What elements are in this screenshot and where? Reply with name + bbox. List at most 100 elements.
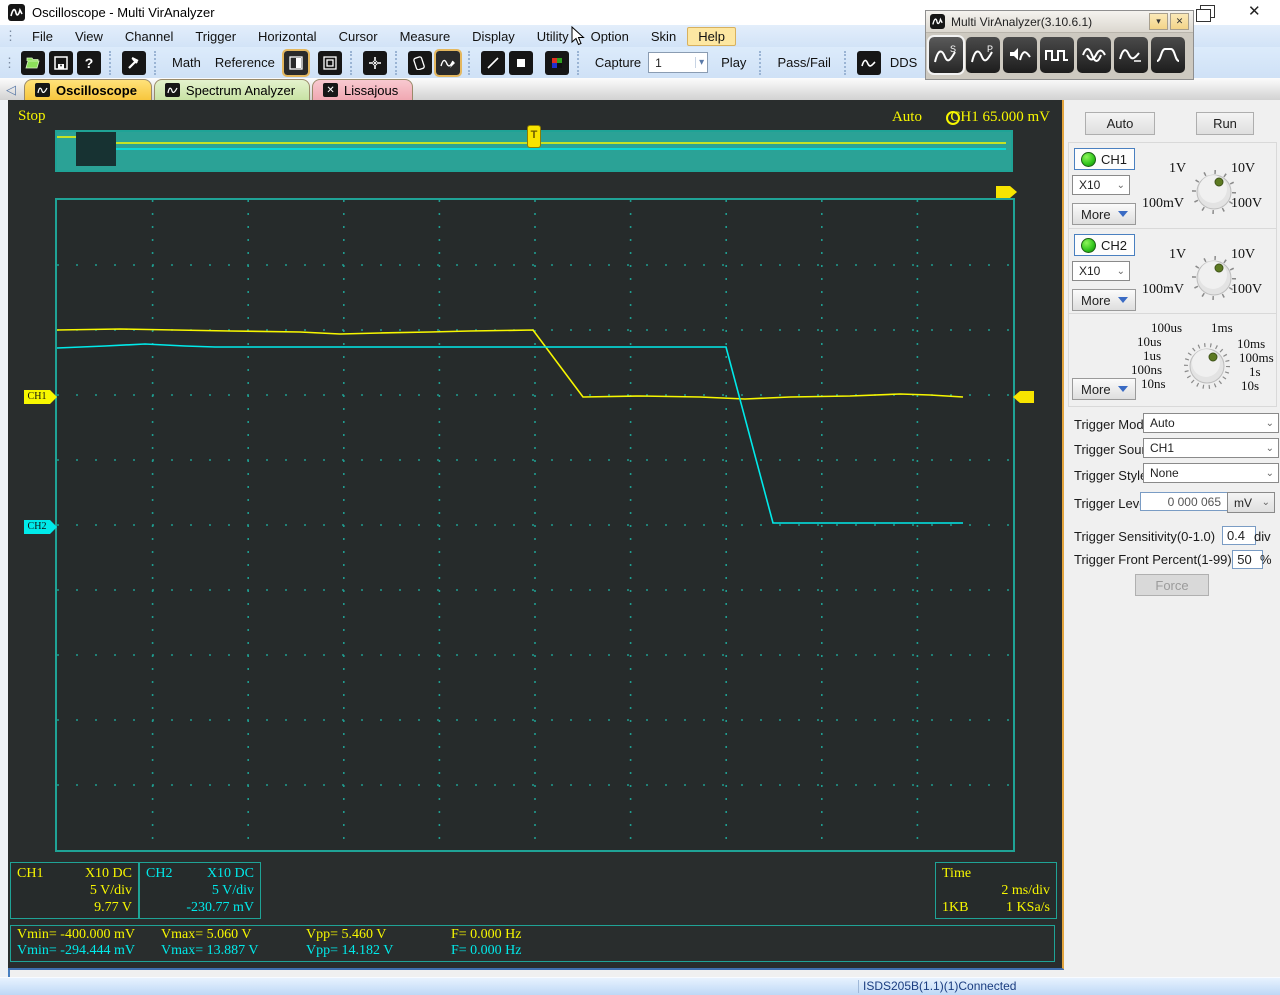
menu-measure[interactable]: Measure	[389, 27, 462, 46]
trigger-level-unit-select[interactable]: mV ⌄	[1227, 492, 1275, 513]
menu-trigger[interactable]: Trigger	[184, 27, 247, 46]
ch1-more-button[interactable]: More	[1072, 203, 1136, 225]
save-icon[interactable]	[49, 50, 73, 75]
record-icon[interactable]	[433, 48, 462, 77]
menu-help[interactable]: Help	[687, 26, 736, 46]
menu-display[interactable]: Display	[461, 27, 526, 46]
menu-cursor[interactable]: Cursor	[328, 27, 389, 46]
trigger-mode-value: Auto	[1150, 416, 1175, 430]
trigger-front-input[interactable]	[1232, 550, 1263, 569]
reference-button[interactable]: Reference	[208, 52, 282, 73]
menu-file[interactable]: File	[21, 27, 64, 46]
spectrum-wave-icon[interactable]	[1114, 37, 1148, 73]
timebase-knob[interactable]	[1184, 343, 1230, 389]
oscilloscope-s-icon[interactable]: S	[927, 35, 965, 75]
time-rate: 1 KSa/s	[1006, 900, 1050, 915]
menu-channel[interactable]: Channel	[114, 27, 184, 46]
ch1-volts-knob[interactable]	[1192, 170, 1236, 214]
tab-oscilloscope[interactable]: Oscilloscope	[24, 79, 152, 100]
ch2-more-button[interactable]: More	[1072, 289, 1136, 311]
time-depth: 1KB	[942, 900, 969, 915]
spectrum-tab-icon	[164, 83, 180, 97]
toolbar-separator	[349, 50, 357, 75]
ch2-knob-label-100mv: 100mV	[1142, 282, 1184, 297]
menu-skin[interactable]: Skin	[640, 27, 687, 46]
menu-horizontal[interactable]: Horizontal	[247, 27, 328, 46]
waveform-plot	[55, 198, 1015, 852]
split-view-icon[interactable]	[281, 48, 310, 77]
ch2-enable-button[interactable]: CH2	[1074, 234, 1135, 256]
trigger-mode-select[interactable]: Auto ⌄	[1143, 413, 1279, 433]
toolbar-separator	[109, 50, 116, 75]
ch2-probe-select[interactable]: X10 ⌄	[1072, 261, 1130, 281]
menu-view[interactable]: View	[64, 27, 114, 46]
tool-icon[interactable]	[122, 50, 146, 75]
ch1-name: CH1	[17, 866, 44, 881]
timebase-more-button[interactable]: More	[1072, 378, 1136, 400]
tab-label: Lissajous	[344, 82, 399, 98]
dds-icon[interactable]	[856, 50, 881, 75]
status-bar: ISDS205B(1.1)(1)Connected	[0, 977, 1280, 995]
audio-analyzer-icon[interactable]	[1003, 37, 1037, 73]
play-button[interactable]: Play	[714, 52, 753, 73]
trigger-front-unit: %	[1260, 552, 1272, 567]
trigger-source-value: CH1	[1150, 441, 1175, 455]
app-icon	[8, 4, 25, 21]
tab-scroll-left-icon[interactable]: ◁	[0, 82, 24, 100]
capture-count-select[interactable]: 1 ▾	[648, 52, 709, 73]
trigger-level-marker[interactable]	[1013, 391, 1034, 403]
run-button[interactable]: Run	[1196, 112, 1254, 135]
ch2-level-marker[interactable]: CH2	[24, 520, 57, 534]
tb-label-10ns: 10ns	[1141, 376, 1166, 391]
mouse-cursor	[571, 26, 585, 46]
tab-lissajous[interactable]: ✕ Lissajous	[312, 79, 414, 100]
trigger-level-input[interactable]	[1140, 492, 1228, 511]
trigger-front-label: Trigger Front Percent(1-99)	[1074, 552, 1232, 567]
math-button[interactable]: Math	[165, 52, 208, 73]
ch1-enable-button[interactable]: CH1	[1074, 148, 1135, 170]
launcher-close-button[interactable]: ✕	[1170, 13, 1189, 30]
lissajous-tab-icon: ✕	[323, 83, 339, 97]
oscilloscope-p-icon[interactable]: P	[966, 37, 1000, 73]
close-button[interactable]: ✕	[1248, 2, 1261, 20]
dds-button[interactable]: DDS	[883, 52, 924, 73]
tab-bar: ◁ Oscilloscope Spectrum Analyzer ✕ Lissa…	[0, 78, 1280, 100]
autoset-icon[interactable]	[362, 50, 387, 75]
help-icon[interactable]: ?	[77, 50, 101, 75]
trigger-style-select[interactable]: None ⌄	[1143, 463, 1279, 483]
ch2-volts-knob[interactable]	[1192, 256, 1236, 300]
trigger-sensitivity-label: Trigger Sensitivity(0-1.0)	[1074, 529, 1216, 544]
ch2-vpp: Vpp= 14.182 V	[306, 943, 394, 958]
logic-wave-icon[interactable]	[1040, 37, 1074, 73]
passfail-button[interactable]: Pass/Fail	[770, 52, 837, 73]
analyzer-launcher-titlebar[interactable]: Multi VirAnalyzer(3.10.6.1) ▾ ✕	[926, 11, 1193, 33]
timebase-more-label: More	[1081, 381, 1111, 397]
am-wave-icon[interactable]	[1077, 37, 1111, 73]
palette-icon[interactable]	[544, 50, 569, 75]
trigger-sensitivity-unit: div	[1254, 529, 1271, 544]
ch2-probe-value: X10	[1079, 264, 1101, 278]
trigger-source-select[interactable]: CH1 ⌄	[1143, 438, 1279, 458]
analyzer-launcher-window: Multi VirAnalyzer(3.10.6.1) ▾ ✕ S P	[925, 10, 1194, 80]
device-icon[interactable]	[407, 50, 432, 75]
menu-option[interactable]: Option	[580, 27, 640, 46]
horizontal-position-marker[interactable]	[996, 186, 1017, 198]
force-button[interactable]: Force	[1135, 574, 1209, 596]
trigger-sensitivity-input[interactable]	[1222, 526, 1256, 545]
auto-button[interactable]: Auto	[1085, 112, 1155, 135]
ch2-led-icon	[1081, 237, 1096, 253]
line-style-icon[interactable]	[480, 50, 505, 75]
pulse-icon[interactable]	[1151, 37, 1185, 73]
ch1-level-marker[interactable]: CH1	[24, 390, 57, 404]
ch1-probe-select[interactable]: X10 ⌄	[1072, 175, 1130, 195]
timebase-group: 100us 1ms 10us 10ms 1us 100ms 100ns 1s 1…	[1068, 313, 1277, 407]
restore-button-front[interactable]	[1196, 9, 1211, 22]
open-file-icon[interactable]	[21, 50, 45, 75]
stop-square-icon[interactable]	[508, 50, 533, 75]
tab-spectrum-analyzer[interactable]: Spectrum Analyzer	[153, 79, 311, 100]
launcher-collapse-button[interactable]: ▾	[1149, 13, 1168, 30]
stats-strip: Vmin= -400.000 mV Vmax= 5.060 V Vpp= 5.4…	[10, 925, 1055, 962]
single-view-icon[interactable]	[317, 50, 342, 75]
ch1-button-label: CH1	[1101, 151, 1128, 167]
trigger-time-marker[interactable]: T	[527, 125, 541, 148]
